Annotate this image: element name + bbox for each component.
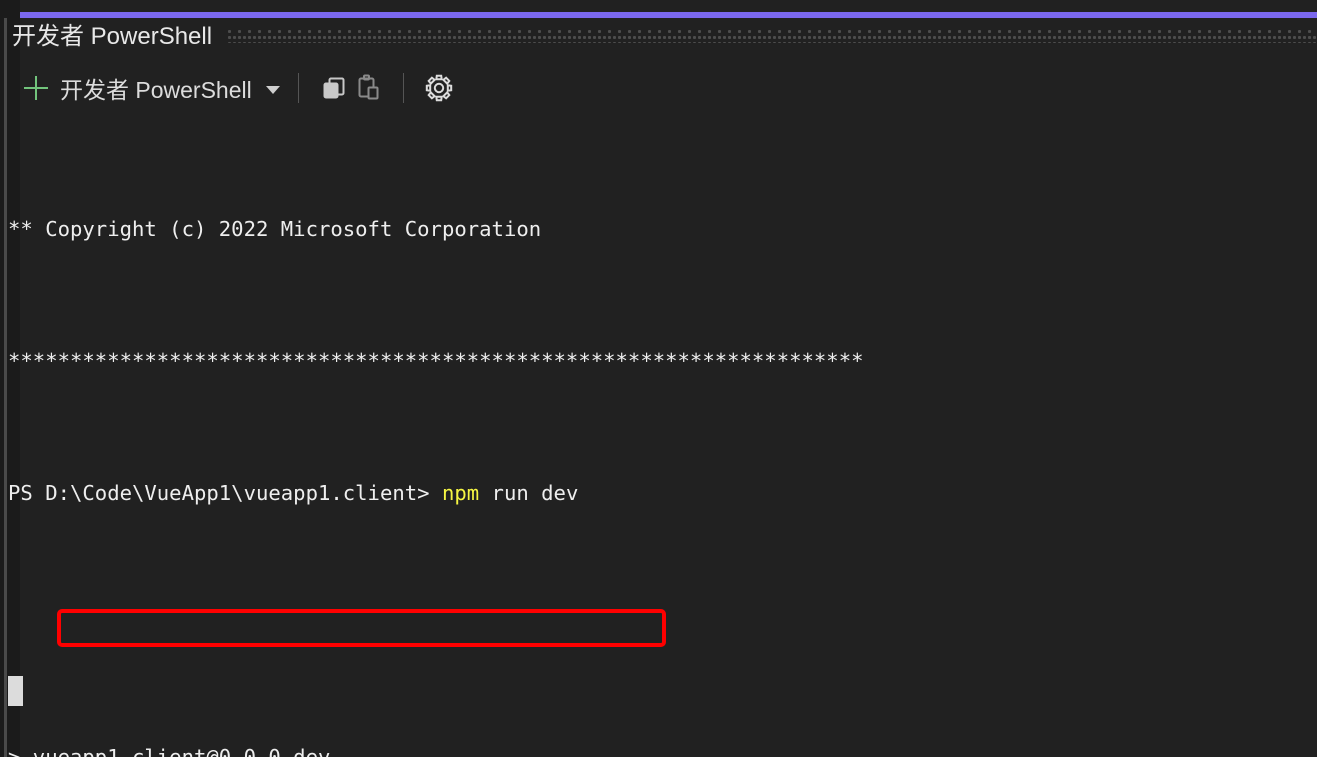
toolbar-separator-1 (297, 73, 299, 103)
paste-icon (358, 74, 379, 100)
new-tab-label: 开发者 PowerShell (60, 77, 252, 103)
window-top-strip (0, 0, 1317, 12)
terminal-output[interactable]: ** Copyright (c) 2022 Microsoft Corporat… (8, 114, 1317, 757)
terminal-cursor (8, 676, 23, 706)
terminal-blank-1 (8, 609, 1317, 642)
plus-icon (22, 74, 50, 102)
gear-icon (425, 74, 452, 102)
chevron-down-icon[interactable] (265, 86, 280, 94)
copy-icon (323, 77, 345, 99)
copy-button[interactable] (317, 71, 351, 105)
prompt-command: npm (441, 481, 480, 505)
package-name-line: > vueapp1.client@0.0.0 dev (8, 745, 331, 757)
prompt-path: PS D:\Code\VueApp1\vueapp1.client> (8, 481, 442, 505)
copyright-text: ** Copyright (c) 2022 Microsoft Corporat… (8, 217, 542, 241)
window-title: 开发者 PowerShell (12, 23, 213, 50)
terminal-line-package: > vueapp1.client@0.0.0 dev (8, 741, 1317, 757)
paste-button[interactable] (351, 71, 385, 105)
terminal-line-asterisks: ****************************************… (8, 345, 1317, 378)
settings-button[interactable] (422, 71, 456, 105)
asterisk-divider: ****************************************… (8, 349, 864, 373)
toolbar: 开发者 PowerShell (0, 62, 1317, 114)
titlebar-drag-handle[interactable] (228, 30, 1317, 43)
terminal-line-copyright: ** Copyright (c) 2022 Microsoft Corporat… (8, 213, 1317, 246)
toolbar-separator-2 (402, 73, 404, 103)
terminal-window: 开发者 PowerShell 开发者 PowerShell ** Copyrig… (0, 0, 1317, 757)
prompt-command-args: run dev (479, 481, 579, 505)
new-tab-button[interactable]: 开发者 PowerShell (22, 67, 252, 109)
titlebar: 开发者 PowerShell (0, 18, 1317, 58)
window-left-border (4, 18, 7, 757)
terminal-line-prompt: PS D:\Code\VueApp1\vueapp1.client> npm r… (8, 477, 1317, 510)
